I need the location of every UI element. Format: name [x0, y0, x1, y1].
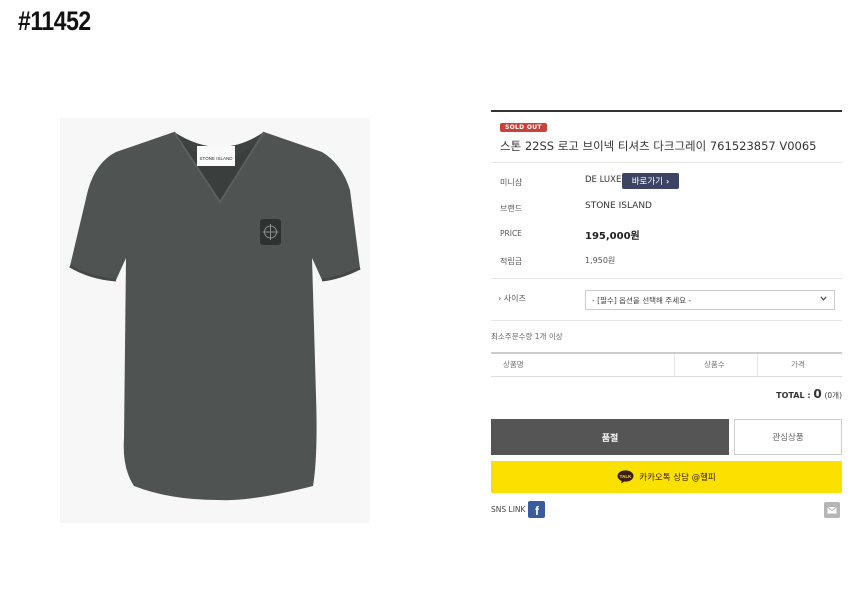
- wishlist-button[interactable]: 관심상품: [734, 419, 842, 455]
- kakao-consult-button[interactable]: TALK 카카오톡 상담 @헬피: [491, 461, 842, 493]
- points-label: 적립금: [500, 257, 523, 266]
- facebook-icon[interactable]: f: [528, 501, 546, 518]
- points-value: 1,950원: [585, 256, 616, 265]
- chevron-right-icon: ›: [665, 176, 670, 186]
- selected-options-table: 상품명 상품수 가격: [491, 352, 842, 377]
- brand-label: 브랜드: [500, 204, 523, 213]
- product-image: STONE ISLAND: [60, 118, 370, 523]
- goto-minishop-button[interactable]: 바로가기 ›: [622, 173, 679, 189]
- neck-label-text: STONE ISLAND: [200, 156, 234, 161]
- min-order-quantity: 최소주문수량 1개 이상: [491, 332, 563, 341]
- column-divider: [757, 354, 758, 377]
- total-amount: 0: [813, 387, 822, 401]
- total-summary: TOTAL : 0 (0개): [776, 387, 842, 401]
- size-select[interactable]: - [필수] 옵션을 선택해 주세요 -: [585, 290, 835, 310]
- size-label: › 사이즈: [498, 294, 526, 303]
- goto-button-label: 바로가기: [631, 177, 663, 187]
- talk-icon-text: TALK: [620, 474, 632, 479]
- column-header-price: 가격: [791, 360, 805, 369]
- column-header-quantity: 상품수: [704, 360, 725, 369]
- sns-label: SNS LINK: [491, 505, 526, 514]
- size-select-value: - [필수] 옵션을 선택해 주세요 -: [592, 295, 692, 305]
- sns-links: SNS LINK f: [491, 501, 546, 518]
- product-code: #11452: [18, 6, 91, 36]
- kakao-talk-icon: TALK: [617, 470, 634, 484]
- sold-out-button[interactable]: 품절: [491, 419, 729, 455]
- chevron-down-icon: [820, 296, 827, 301]
- total-count: (0개): [824, 391, 842, 400]
- total-label: TOTAL :: [776, 391, 814, 400]
- brand-value: STONE ISLAND: [585, 201, 652, 211]
- minishop-label: 미니샵: [500, 178, 523, 187]
- minishop-value: DE LUXE: [585, 175, 622, 185]
- top-divider: [491, 110, 842, 112]
- divider: [491, 162, 842, 163]
- column-header-product: 상품명: [503, 360, 524, 369]
- price-label: PRICE: [500, 229, 522, 238]
- divider: [491, 320, 842, 321]
- kakao-button-label: 카카오톡 상담 @헬피: [639, 473, 716, 483]
- product-title: 스톤 22SS 로고 브이넥 티셔츠 다크그레이 761523857 V0065: [500, 139, 817, 153]
- column-divider: [674, 354, 675, 377]
- mail-icon[interactable]: [824, 502, 840, 518]
- price-value: 195,000원: [585, 231, 640, 242]
- product-info-panel: SOLD OUT 스톤 22SS 로고 브이넥 티셔츠 다크그레이 761523…: [491, 110, 842, 518]
- sold-out-badge: SOLD OUT: [500, 123, 547, 132]
- divider: [491, 278, 842, 279]
